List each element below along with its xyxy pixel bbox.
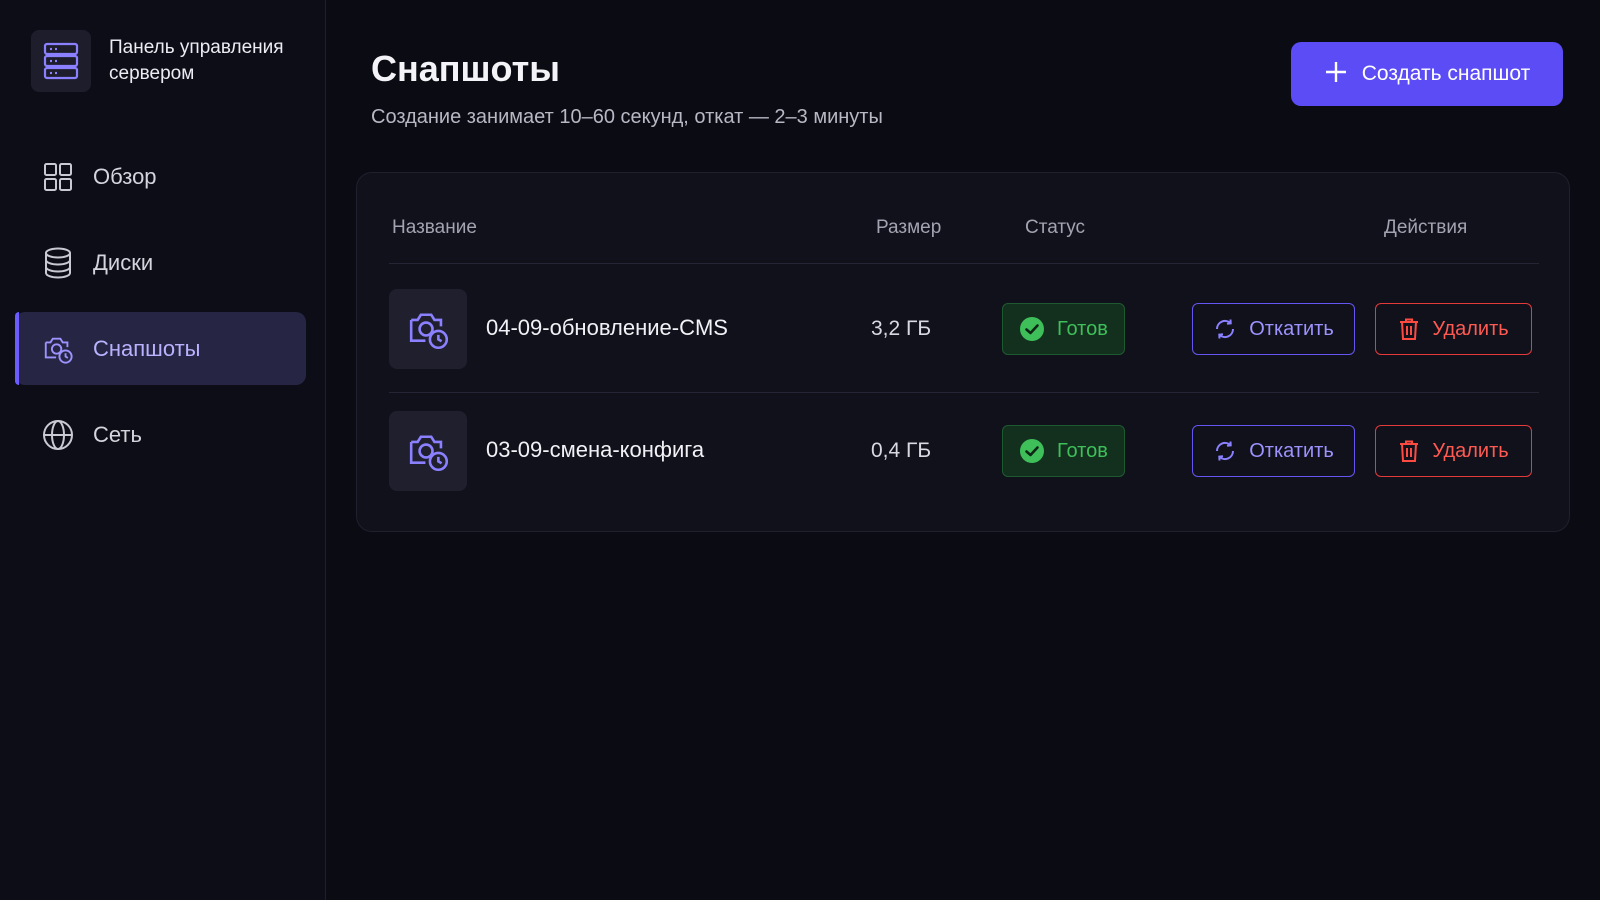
column-status: Статус — [1025, 217, 1086, 238]
column-size: Размер — [876, 217, 942, 238]
delete-button[interactable]: Удалить — [1375, 303, 1532, 355]
page-title: Снапшоты — [371, 48, 560, 89]
app: Панель управления сервером Обзор Диски С… — [0, 0, 1600, 900]
table-row: 03-09-смена-конфига 0,4 ГБ Готов Откатит… — [357, 411, 1569, 491]
snapshots-table: Название Размер Статус Действия 04-09-об… — [356, 172, 1570, 532]
trash-icon — [1400, 318, 1419, 340]
delete-label: Удалить — [1432, 317, 1509, 340]
plus-icon — [1324, 57, 1348, 89]
check-circle-icon — [1019, 438, 1045, 464]
camera-clock-icon — [389, 289, 467, 369]
brand: Панель управления сервером — [31, 30, 309, 92]
snapshot-size: 3,2 ГБ — [871, 317, 932, 340]
snapshot-name: 04-09-обновление-CMS — [486, 315, 728, 340]
delete-label: Удалить — [1432, 439, 1509, 462]
server-icon — [31, 30, 91, 92]
row-divider — [389, 392, 1539, 393]
rollback-button[interactable]: Откатить — [1192, 425, 1355, 477]
grid-icon — [42, 161, 74, 193]
check-circle-icon — [1019, 316, 1045, 342]
sidebar-item-overview[interactable]: Обзор — [15, 140, 306, 213]
header-divider — [389, 263, 1539, 264]
rollback-button[interactable]: Откатить — [1192, 303, 1355, 355]
sidebar-item-network[interactable]: Сеть — [15, 398, 306, 471]
create-snapshot-label: Создать снапшот — [1361, 62, 1531, 85]
sidebar-item-label: Обзор — [93, 163, 157, 189]
page-subtitle: Создание занимает 10–60 секунд, откат — … — [371, 106, 883, 128]
sidebar-item-label: Сеть — [93, 421, 142, 447]
sidebar-item-label: Диски — [93, 249, 154, 275]
snapshot-size: 0,4 ГБ — [871, 439, 932, 462]
sidebar-item-label: Снапшоты — [93, 335, 201, 361]
rollback-label: Откатить — [1249, 439, 1334, 462]
sidebar-nav: Обзор Диски Снапшоты Сеть — [15, 140, 306, 484]
main-content: Снапшоты Создание занимает 10–60 секунд,… — [326, 0, 1600, 900]
database-icon — [42, 247, 74, 279]
delete-button[interactable]: Удалить — [1375, 425, 1532, 477]
snapshot-name: 03-09-смена-конфига — [486, 437, 705, 462]
trash-icon — [1400, 440, 1419, 462]
table-row: 04-09-обновление-CMS 3,2 ГБ Готов Откати… — [357, 289, 1569, 369]
rollback-label: Откатить — [1249, 317, 1334, 340]
column-name: Название — [392, 217, 477, 238]
column-actions: Действия — [1384, 217, 1468, 238]
refresh-icon — [1216, 441, 1235, 461]
status-label: Готов — [1057, 439, 1108, 462]
camera-clock-icon — [389, 411, 467, 491]
camera-clock-icon — [42, 333, 74, 365]
app-title: Панель управления сервером — [109, 37, 284, 84]
create-snapshot-button[interactable]: Создать снапшот — [1291, 42, 1563, 106]
globe-icon — [42, 419, 74, 451]
status-badge: Готов — [1002, 303, 1125, 355]
sidebar-item-disks[interactable]: Диски — [15, 226, 306, 299]
status-badge: Готов — [1002, 425, 1125, 477]
refresh-icon — [1216, 319, 1235, 339]
sidebar-item-snapshots[interactable]: Снапшоты — [15, 312, 306, 385]
table-header: Название Размер Статус Действия — [357, 217, 1569, 247]
status-label: Готов — [1057, 317, 1108, 340]
sidebar: Панель управления сервером Обзор Диски С… — [0, 0, 326, 900]
